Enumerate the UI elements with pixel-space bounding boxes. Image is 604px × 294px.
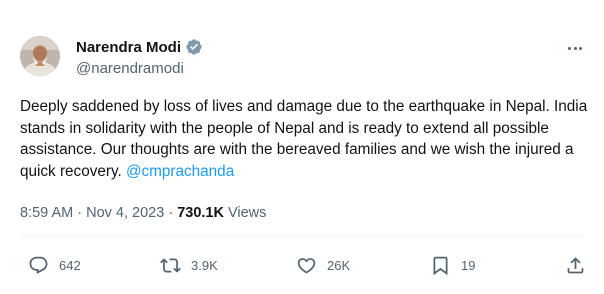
reply-button[interactable]: 642 (28, 252, 81, 278)
bookmark-button[interactable]: 19 (430, 252, 475, 278)
bookmark-icon (433, 256, 448, 275)
meta-separator: · (73, 205, 87, 221)
avatar-photo (20, 36, 60, 76)
repost-button[interactable]: 3.9K (160, 252, 218, 278)
more-dot-icon (568, 46, 571, 50)
heart-icon (297, 257, 316, 274)
tweet-meta: 8:59 AM · Nov 4, 2023 · 730.1K Views (20, 205, 266, 221)
share-icon (567, 256, 584, 273)
tweet-card: Narendra Modi @narendramodi Deeply sadde… (0, 0, 604, 294)
more-dot-icon (579, 46, 582, 50)
divider (20, 236, 584, 237)
tweet-time[interactable]: 8:59 AM (20, 205, 73, 221)
action-bar: 642 3.9K 26K 19 (0, 252, 604, 278)
tweet-text: Deeply saddened by loss of lives and dam… (20, 96, 590, 182)
reply-icon (29, 256, 48, 274)
like-count: 26K (327, 257, 351, 273)
like-button[interactable]: 26K (296, 252, 350, 278)
meta-separator: · (164, 205, 178, 221)
reply-count: 642 (59, 257, 81, 273)
more-dot-icon (573, 46, 577, 50)
tweet-body: Deeply saddened by loss of lives and dam… (20, 98, 588, 180)
verified-badge-icon (186, 39, 202, 55)
mention-link[interactable]: @cmprachanda (126, 163, 234, 180)
share-button[interactable] (565, 252, 586, 278)
views-label: Views (223, 205, 267, 221)
author-name[interactable]: Narendra Modi (76, 39, 181, 56)
repost-icon (160, 257, 181, 273)
tweet-date[interactable]: Nov 4, 2023 (86, 205, 164, 221)
author-handle[interactable]: @narendramodi (76, 60, 184, 77)
views-count: 730.1K (177, 205, 224, 221)
more-options-button[interactable] (564, 38, 586, 58)
avatar[interactable] (20, 36, 60, 76)
author-name-row[interactable]: Narendra Modi (76, 38, 203, 56)
repost-count: 3.9K (191, 257, 218, 273)
bookmark-count: 19 (461, 257, 476, 273)
